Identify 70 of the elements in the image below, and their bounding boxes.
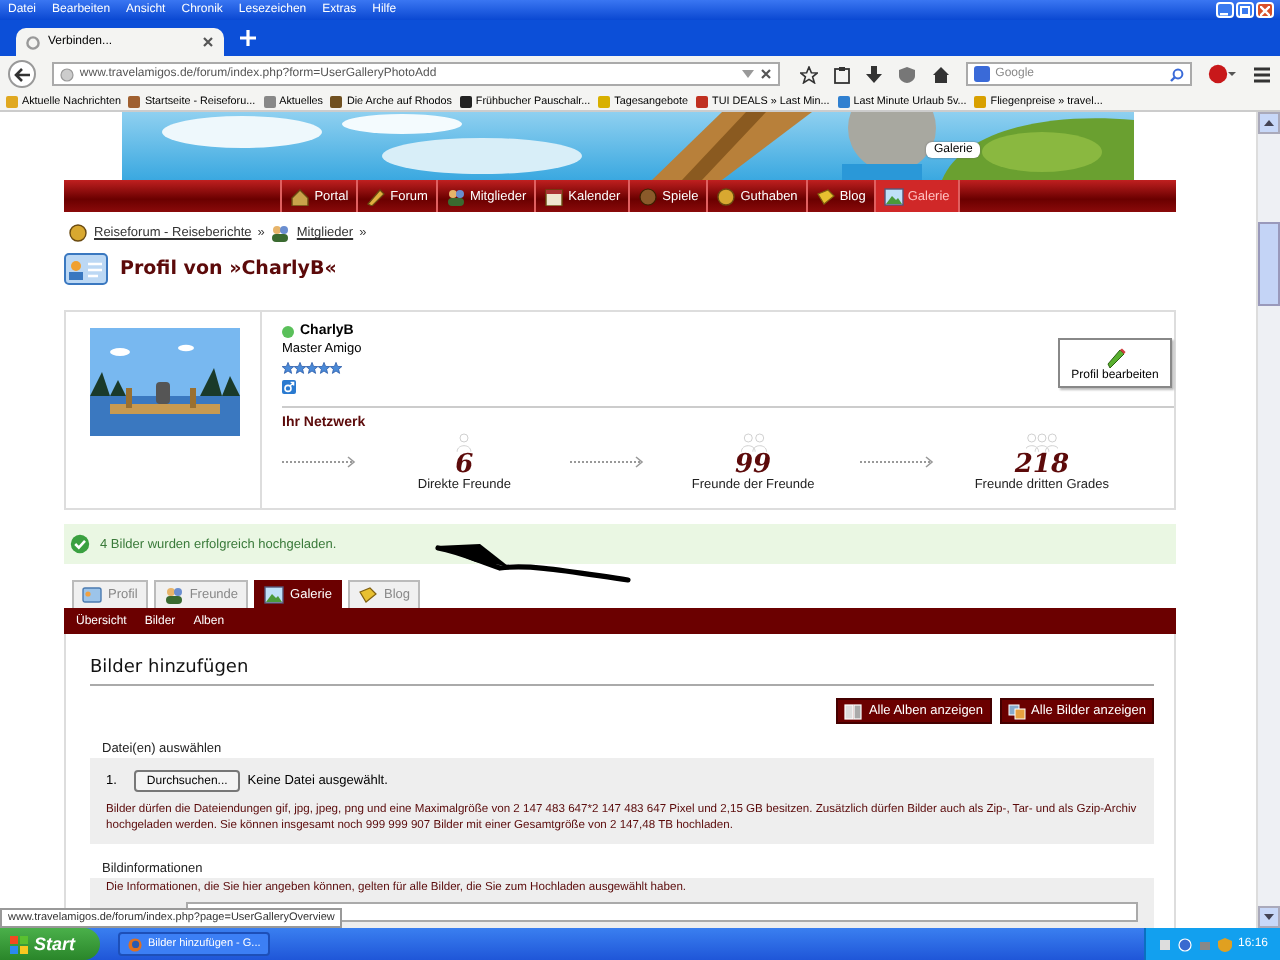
page-title: Profil von »CharlyB« <box>120 257 337 279</box>
dotted-arrow-icon <box>282 456 358 468</box>
check-icon <box>70 534 90 554</box>
back-arrow-icon <box>13 67 30 81</box>
friend-count: 6 <box>455 452 474 478</box>
gender-icon <box>282 380 296 394</box>
images-icon <box>1007 703 1026 719</box>
maximize-icon <box>1240 5 1250 15</box>
close-icon[interactable] <box>202 36 214 48</box>
people-icon <box>163 586 184 604</box>
down-arrow-icon <box>1264 914 1274 920</box>
people-silhouette-icon <box>1025 432 1058 452</box>
spinner-icon <box>26 35 40 49</box>
people-silhouette-icon <box>737 432 770 452</box>
home-icon[interactable] <box>931 65 950 83</box>
scroll-down-button[interactable] <box>1258 906 1280 928</box>
site-icon <box>696 95 709 107</box>
menu-icon[interactable] <box>1252 65 1272 83</box>
id-card-icon <box>82 586 102 604</box>
image-icon <box>264 586 285 604</box>
star-icon[interactable] <box>799 65 818 83</box>
start-button[interactable]: Start <box>0 928 100 960</box>
up-arrow-icon <box>1264 120 1274 126</box>
clipboard-icon[interactable] <box>833 65 850 83</box>
calendar-icon <box>544 187 565 205</box>
site-icon <box>263 95 276 107</box>
pen-icon <box>366 187 387 205</box>
windows-flag-icon <box>10 935 28 953</box>
house-icon <box>290 187 311 205</box>
plus-icon[interactable] <box>240 30 256 46</box>
download-icon[interactable] <box>865 65 882 83</box>
profile-card-icon <box>64 250 108 286</box>
people-icon <box>270 224 291 242</box>
clear-icon[interactable] <box>759 68 772 80</box>
section-title: Bilder hinzufügen <box>90 634 1154 686</box>
scroll-thumb[interactable] <box>1258 222 1280 306</box>
friend-count: 218 <box>1014 452 1069 478</box>
site-icon <box>459 95 472 107</box>
site-icon <box>837 95 850 107</box>
dropdown-icon[interactable] <box>741 69 754 79</box>
pencil-icon <box>1105 348 1125 370</box>
close-icon <box>1260 5 1270 15</box>
globe-icon <box>59 67 74 81</box>
back-button[interactable] <box>8 60 36 88</box>
scroll-up-button[interactable] <box>1258 112 1280 134</box>
ball-icon <box>638 187 659 205</box>
book-icon <box>358 586 378 604</box>
site-icon <box>330 95 343 107</box>
site-icon <box>128 95 141 107</box>
adblock-icon[interactable] <box>1208 64 1236 84</box>
minimize-button[interactable] <box>1216 2 1234 18</box>
site-icon <box>6 95 18 107</box>
shield-icon[interactable] <box>897 65 916 83</box>
friend-count: 99 <box>735 452 772 478</box>
coin-icon <box>716 187 737 205</box>
search-engine-icon <box>973 66 990 82</box>
search-icon[interactable] <box>1170 67 1184 81</box>
site-icon <box>598 95 611 107</box>
dotted-arrow-icon <box>859 456 936 468</box>
shield-icon <box>1217 937 1232 951</box>
browser-icon <box>128 937 142 951</box>
coin-icon <box>68 224 88 242</box>
site-icon <box>974 95 987 107</box>
albums-icon <box>844 703 863 719</box>
image-icon <box>883 187 904 205</box>
dotted-arrow-icon <box>570 456 647 468</box>
close-button[interactable] <box>1256 2 1274 18</box>
maximize-button[interactable] <box>1236 2 1254 18</box>
book-icon <box>815 187 836 205</box>
people-icon <box>445 187 466 205</box>
